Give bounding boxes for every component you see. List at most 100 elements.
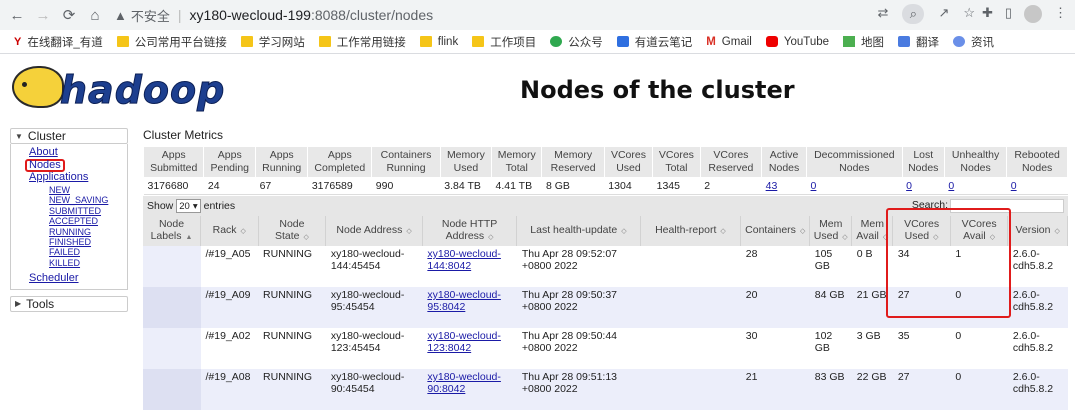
bookmark-item[interactable]: M Gmail (706, 36, 752, 49)
cell-state: RUNNING (258, 328, 326, 369)
metrics-link[interactable]: 0 (811, 180, 817, 192)
sort-icon[interactable]: ▲ (186, 234, 193, 241)
nodes-column-header[interactable]: Version ◇ (1007, 216, 1068, 246)
reload-icon[interactable]: ⟳ (56, 2, 82, 28)
node-http-link[interactable]: xy180-wecloud-90:8042 (427, 371, 501, 395)
bookmark-item[interactable]: 地图 (843, 34, 884, 50)
sidebar-link-app-state[interactable]: ACCEPTED (29, 216, 127, 226)
cell-state: RUNNING (258, 246, 326, 287)
triangle-down-icon: ▼ (15, 131, 23, 141)
sort-icon[interactable]: ◇ (842, 234, 847, 241)
sort-icon[interactable]: ◇ (1055, 228, 1060, 235)
sidebar-link-app-state[interactable]: NEW_SAVING (29, 195, 127, 205)
metrics-header: Apps Pending (203, 146, 257, 178)
nodes-column-header[interactable]: Node Address ◇ (325, 216, 423, 246)
sidebar-link-nodes[interactable]: Nodes (25, 158, 127, 172)
sidebar-link-app-state[interactable]: KILLED (29, 258, 127, 268)
bookmark-folder[interactable]: 公司常用平台链接 (116, 34, 227, 50)
bookmark-item[interactable]: YouTube (765, 36, 829, 48)
cell-http[interactable]: xy180-wecloud-95:8042 (422, 287, 517, 328)
cell-http[interactable]: xy180-wecloud-123:8042 (422, 328, 517, 369)
cell-http[interactable]: xy180-wecloud-90:8042 (422, 369, 517, 410)
nodes-column-header[interactable]: Node State ◇ (258, 216, 327, 246)
metrics-link[interactable]: 43 (766, 180, 778, 192)
sidebar-link-applications[interactable]: Applications (29, 171, 127, 184)
metrics-cell: 8 GB (541, 177, 605, 195)
bookmark-item[interactable]: 公众号 (550, 34, 603, 50)
metrics-link[interactable]: 0 (948, 180, 954, 192)
metrics-cell[interactable]: 0 (902, 177, 945, 195)
sidebar-link-scheduler[interactable]: Scheduler (29, 273, 127, 285)
metrics-link[interactable]: 0 (906, 180, 912, 192)
bookmark-item[interactable]: 翻译 (898, 34, 939, 50)
bookmark-item[interactable]: 资讯 (953, 34, 994, 50)
sort-icon[interactable]: ◇ (720, 228, 725, 235)
bookmark-item[interactable]: 有道云笔记 (616, 34, 692, 50)
sidebar-link-app-state[interactable]: SUBMITTED (29, 206, 127, 216)
metrics-cell[interactable]: 0 (944, 177, 1007, 195)
node-http-link[interactable]: xy180-wecloud-123:8042 (427, 330, 501, 354)
security-label: 不安全 (130, 8, 170, 24)
metrics-cell[interactable]: 43 (761, 177, 807, 195)
cell-mem-used: 84 GB (809, 287, 852, 328)
sidebar-link-app-state[interactable]: FINISHED (29, 237, 127, 247)
sidebar-link-app-state[interactable]: RUNNING (29, 227, 127, 237)
sidebar-tools-header[interactable]: ▶ Tools (10, 295, 128, 312)
side-panel-icon[interactable]: ▯ (1005, 5, 1012, 23)
cell-http[interactable]: xy180-wecloud-144:8042 (422, 246, 517, 287)
profile-avatar[interactable] (1024, 5, 1042, 23)
search-input[interactable] (950, 199, 1064, 213)
sort-icon[interactable]: ◇ (990, 234, 995, 241)
column-header-label: Node Labels (150, 218, 185, 242)
metrics-cell[interactable]: 0 (806, 177, 903, 195)
share-icon[interactable]: ↗ (938, 5, 949, 24)
nodes-column-header[interactable]: Rack ◇ (200, 216, 259, 246)
sort-icon[interactable]: ◇ (621, 228, 626, 235)
nodes-column-header[interactable]: Health-report ◇ (640, 216, 742, 246)
bookmark-folder[interactable]: 学习网站 (240, 34, 305, 50)
sort-icon[interactable]: ◇ (241, 228, 246, 235)
bookmark-folder[interactable]: 工作常用链接 (318, 34, 406, 50)
sort-icon[interactable]: ◇ (933, 234, 938, 241)
metrics-cell[interactable]: 0 (1006, 177, 1068, 195)
sort-icon[interactable]: ◇ (883, 234, 888, 241)
nodes-column-header[interactable]: Containers ◇ (740, 216, 811, 246)
column-header-label: Mem Avail (856, 218, 884, 242)
metrics-link[interactable]: 0 (1011, 180, 1017, 192)
bookmark-item[interactable]: Y 在线翻译_有道 (14, 34, 103, 50)
sidebar-link-about[interactable]: About (29, 146, 127, 159)
menu-dots-icon[interactable]: ⋮ (1054, 5, 1067, 23)
zoom-icon[interactable]: ⌕ (902, 4, 925, 24)
sidebar-link-app-state[interactable]: FAILED (29, 247, 127, 257)
translate-icon[interactable]: ⇄ (878, 5, 889, 24)
bookmark-folder[interactable]: 工作项目 (472, 34, 536, 50)
nodes-column-header[interactable]: Node HTTP Address ◇ (422, 216, 518, 246)
home-icon[interactable]: ⌂ (82, 2, 108, 28)
sort-icon[interactable]: ◇ (303, 234, 308, 241)
nodes-column-header[interactable]: Last health-update ◇ (516, 216, 641, 246)
map-icon (843, 36, 856, 47)
search-label: Search: (911, 199, 948, 211)
page-size-select[interactable]: 20 ▾ (176, 199, 201, 213)
metrics-header: Memory Reserved (541, 146, 605, 178)
nodes-column-header[interactable]: Mem Avail ◇ (851, 216, 894, 246)
sort-icon[interactable]: ◇ (406, 228, 411, 235)
node-http-link[interactable]: xy180-wecloud-95:8042 (427, 289, 501, 313)
sidebar-cluster-header[interactable]: ▼ Cluster (10, 128, 128, 144)
sidebar-link-app-state[interactable]: NEW (29, 185, 127, 195)
sort-icon[interactable]: ◇ (800, 228, 805, 235)
bookmark-label: 工作项目 (490, 36, 537, 49)
bookmark-star-icon[interactable]: ☆ (963, 5, 975, 24)
bookmark-folder[interactable]: flink (419, 36, 458, 48)
nodes-column-header[interactable]: VCores Avail ◇ (950, 216, 1009, 246)
extensions-icon[interactable]: ✚ (982, 5, 993, 23)
sort-icon[interactable]: ◇ (488, 234, 493, 241)
node-http-link[interactable]: xy180-wecloud-144:8042 (427, 248, 501, 272)
nodes-column-header[interactable]: VCores Used ◇ (892, 216, 951, 246)
forward-arrow-icon[interactable]: → (30, 2, 56, 28)
nodes-column-header[interactable]: Node Labels ▲ (143, 216, 202, 246)
address-bar[interactable]: ▲ 不安全 | xy180-wecloud-199 :8088/cluster/… (114, 3, 974, 27)
cell-version: 2.6.0-cdh5.8.2 (1007, 369, 1068, 410)
nodes-column-header[interactable]: Mem Used ◇ (809, 216, 853, 246)
back-arrow-icon[interactable]: ← (4, 2, 30, 28)
